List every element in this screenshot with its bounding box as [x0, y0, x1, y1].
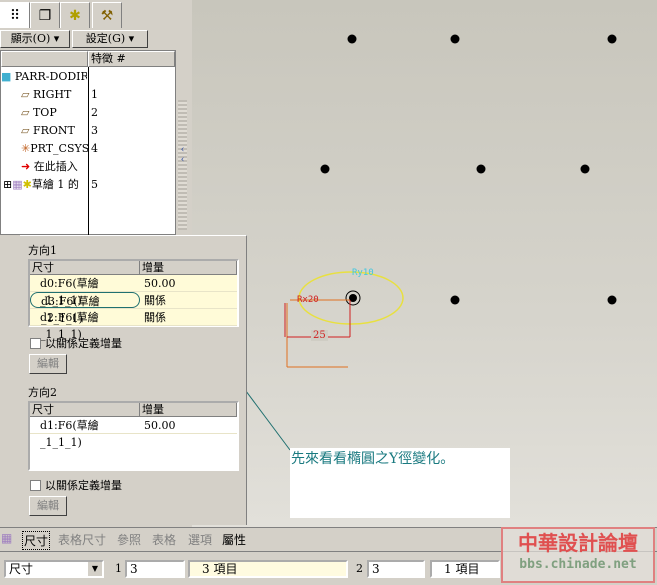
tree-item-label: FRONT	[32, 124, 75, 137]
sketch-icon: ▦	[12, 178, 23, 191]
direction2-items-button[interactable]: 1 項目	[430, 560, 500, 578]
direction2-count-input[interactable]: 3	[367, 560, 425, 578]
pattern-dimensions-panel: 方向1 尺寸 增量 d0:F6(草繪_1_1_1) 50.00 d3:F6(草繪_1…	[20, 235, 247, 525]
display-menu-button[interactable]: 顯示(O) ▾	[0, 30, 70, 48]
increment-cell[interactable]: 關係	[140, 309, 237, 325]
model-tree-icon[interactable]: ⠿	[0, 2, 30, 28]
increment-cell[interactable]: 50.00	[140, 417, 237, 433]
direction2-table[interactable]: 尺寸 增量 d1:F6(草繪_1_1_1) 50.00	[28, 401, 239, 471]
relation-checkbox-1[interactable]: 以關係定義增量	[30, 335, 122, 351]
feature-number: 3	[91, 124, 98, 137]
direction1-items-button[interactable]: 3 項目	[188, 560, 348, 578]
relation-checkbox-2[interactable]: 以關係定義增量	[30, 477, 122, 493]
feature-number-header: 特徵 #	[88, 51, 175, 67]
select-value: 尺寸	[9, 562, 34, 576]
expand-icon[interactable]: ⊞	[3, 178, 12, 191]
table-row[interactable]: d0:F6(草繪_1_1_1) 50.00	[30, 275, 237, 307]
checkbox-label: 以關係定義增量	[45, 337, 122, 350]
tree-item[interactable]: ▱ FRONT 3	[1, 122, 177, 140]
datum-plane-icon: ▱	[21, 124, 30, 137]
tree-item-label: PRT_CSYS	[30, 142, 90, 155]
tree-item[interactable]: ▱ TOP 2	[1, 104, 177, 122]
direction2-label: 方向2	[28, 386, 57, 399]
datum-plane-icon: ▱	[21, 106, 30, 119]
edit-button-2[interactable]: 編輯	[29, 496, 67, 516]
panel-collapse-handle[interactable]: ‹ ‹	[178, 100, 187, 230]
table-row[interactable]: d1:F6(草繪_1_1_1) 50.00	[30, 417, 237, 449]
watermark-title: 中華設計論壇	[518, 531, 638, 555]
tree-item[interactable]: ▱ RIGHT 1	[1, 86, 177, 104]
tree-item-label: 在此插入	[33, 160, 78, 173]
datum-plane-icon: ▱	[21, 88, 30, 101]
tab-table-dimensions[interactable]: 表格尺寸	[58, 531, 106, 548]
increment-cell[interactable]: 50.00	[140, 275, 237, 291]
dim-cell: d1:F6(草繪_1_1_1)	[40, 419, 99, 449]
feature-number: 2	[91, 106, 98, 119]
dim-cell: d2:F6(草繪_1_1_1)	[40, 311, 99, 341]
dim-column-header: 尺寸	[30, 403, 140, 416]
increment-column-header: 增量	[140, 403, 237, 416]
tree-item-label: PARR-DODIR	[14, 70, 87, 83]
direction2-number: 2	[356, 562, 363, 575]
tree-column-header	[1, 51, 88, 67]
dim-column-header: 尺寸	[30, 261, 140, 274]
pattern-type-select[interactable]: 尺寸 ▼	[4, 560, 104, 578]
settings-menu-button[interactable]: 設定(G) ▾	[72, 30, 148, 48]
direction1-table[interactable]: 尺寸 增量 d0:F6(草繪_1_1_1) 50.00 d3:F6(草繪_1_1_1…	[28, 259, 239, 341]
tab-properties[interactable]: 屬性	[222, 531, 246, 548]
increment-column-header: 增量	[140, 261, 237, 274]
tools-icon[interactable]: ⚒	[92, 2, 122, 28]
dim-cell: d3:F6(草繪_1_1_1)	[30, 292, 140, 325]
dim-cell: d0:F6(草繪_1_1_1)	[40, 277, 99, 307]
tab-dimensions[interactable]: 尺寸	[22, 531, 51, 550]
layers-icon[interactable]: ❐	[30, 2, 60, 28]
csys-icon: ✳	[21, 142, 31, 155]
direction1-count-input[interactable]: 3	[125, 560, 185, 578]
dim-rx[interactable]: Rx20	[297, 295, 319, 305]
tree-item[interactable]: ⊞▦✱草繪 1 的5	[1, 176, 177, 194]
watermark-url: bbs.chinade.net	[519, 557, 637, 572]
increment-cell[interactable]: 關係	[140, 292, 237, 308]
dim-ry[interactable]: Ry10	[352, 268, 374, 278]
chevron-down-icon[interactable]: ▼	[88, 562, 102, 576]
direction1-label: 方向1	[28, 244, 57, 257]
feature-number: 1	[91, 88, 98, 101]
tab-tables[interactable]: 表格	[152, 531, 176, 548]
tree-item[interactable]: ✳PRT_CSYS 4	[1, 140, 177, 158]
tree-item[interactable]: ➜ 在此插入	[1, 158, 177, 176]
annotation-note: 先來看看橢圓之Y徑變化。	[290, 448, 510, 518]
insert-arrow-icon: ➜	[21, 160, 31, 173]
folder-star-icon[interactable]: ✱	[60, 2, 90, 28]
watermark-logo: 中華設計論壇 bbs.chinade.net	[501, 527, 655, 583]
direction1-number: 1	[115, 562, 122, 575]
tab-references[interactable]: 參照	[117, 531, 141, 548]
tree-item-label: 草繪 1 的	[31, 178, 79, 191]
tree-item-label: RIGHT	[32, 88, 72, 101]
grid-icon: ▦	[1, 531, 13, 545]
tab-options[interactable]: 選項	[188, 531, 212, 548]
model-tree: 特徵 # ■ PARR-DODIR ▱ RIGHT 1 ▱ TOP 2 ▱ FRON…	[0, 50, 176, 235]
tree-item-label: TOP	[32, 106, 57, 119]
table-row[interactable]: d2:F6(草繪_1_1_1) 關係	[30, 309, 237, 341]
feature-number: 5	[91, 178, 98, 191]
table-row[interactable]: d3:F6(草繪_1_1_1) 關係	[30, 292, 237, 325]
tree-item[interactable]: ■ PARR-DODIR	[1, 68, 177, 86]
dim-25[interactable]: 25	[311, 330, 328, 341]
feature-number: 4	[91, 142, 98, 155]
checkbox-label: 以關係定義增量	[45, 479, 122, 492]
edit-button-1[interactable]: 編輯	[29, 354, 67, 374]
